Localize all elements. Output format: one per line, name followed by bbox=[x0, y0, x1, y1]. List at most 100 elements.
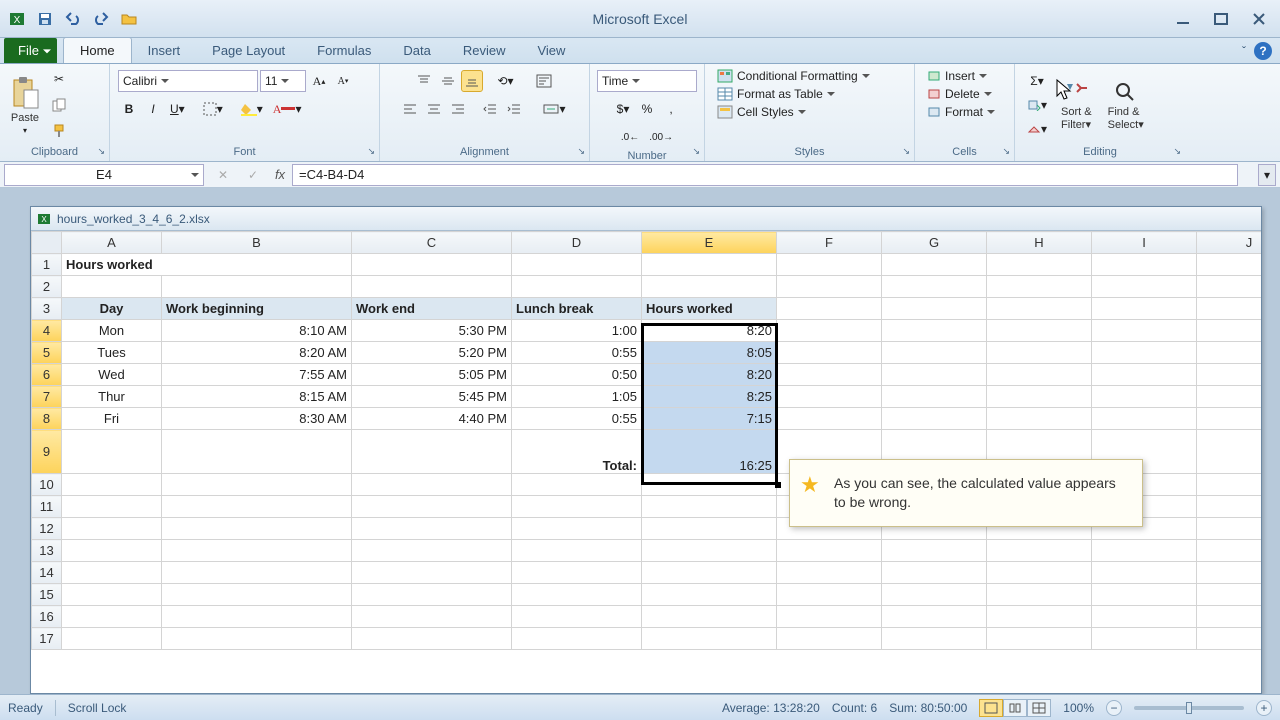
copy-icon[interactable] bbox=[48, 94, 70, 116]
collapse-ribbon-icon[interactable]: ˇ bbox=[1242, 44, 1246, 58]
formula-input[interactable]: =C4-B4-D4 bbox=[292, 164, 1238, 186]
format-cells-button[interactable]: Format bbox=[923, 104, 999, 120]
cell[interactable]: 0:55 bbox=[512, 342, 642, 364]
font-name-combo[interactable]: Calibri bbox=[118, 70, 258, 92]
page-break-view-icon[interactable] bbox=[1027, 699, 1051, 717]
tab-view[interactable]: View bbox=[521, 38, 581, 63]
merge-center-icon[interactable]: ▾ bbox=[539, 98, 569, 120]
orientation-icon[interactable]: ⟲▾ bbox=[493, 70, 517, 92]
cell[interactable]: 0:55 bbox=[512, 408, 642, 430]
selection-fill-handle[interactable] bbox=[775, 482, 781, 488]
italic-icon[interactable]: I bbox=[142, 98, 164, 120]
zoom-level[interactable]: 100% bbox=[1063, 701, 1094, 715]
col-header[interactable]: G bbox=[882, 232, 987, 254]
undo-icon[interactable] bbox=[60, 7, 86, 31]
normal-view-icon[interactable] bbox=[979, 699, 1003, 717]
tab-home[interactable]: Home bbox=[63, 37, 132, 63]
cell[interactable]: 0:50 bbox=[512, 364, 642, 386]
align-right-icon[interactable] bbox=[447, 98, 469, 120]
row-header[interactable]: 13 bbox=[32, 540, 62, 562]
cell[interactable]: 7:15 bbox=[642, 408, 777, 430]
redo-icon[interactable] bbox=[88, 7, 114, 31]
wrap-text-icon[interactable] bbox=[532, 70, 556, 92]
expand-formula-bar-icon[interactable]: ▾ bbox=[1258, 164, 1276, 186]
cell[interactable]: Day bbox=[62, 298, 162, 320]
row-header[interactable]: 2 bbox=[32, 276, 62, 298]
align-center-icon[interactable] bbox=[423, 98, 445, 120]
cell[interactable]: Mon bbox=[62, 320, 162, 342]
row-header[interactable]: 4 bbox=[32, 320, 62, 342]
col-header[interactable]: I bbox=[1092, 232, 1197, 254]
insert-cells-button[interactable]: Insert bbox=[923, 68, 991, 84]
cell[interactable]: Work beginning bbox=[162, 298, 352, 320]
row-header[interactable]: 11 bbox=[32, 496, 62, 518]
align-middle-icon[interactable] bbox=[437, 70, 459, 92]
cell[interactable]: 8:20 bbox=[642, 364, 777, 386]
cell[interactable]: 5:45 PM bbox=[352, 386, 512, 408]
row-header[interactable]: 10 bbox=[32, 474, 62, 496]
excel-icon[interactable]: X bbox=[4, 7, 30, 31]
tab-data[interactable]: Data bbox=[387, 38, 446, 63]
cell[interactable]: 8:15 AM bbox=[162, 386, 352, 408]
enter-formula-icon[interactable]: ✓ bbox=[248, 168, 258, 182]
col-header[interactable]: F bbox=[777, 232, 882, 254]
row-header[interactable]: 5 bbox=[32, 342, 62, 364]
font-color-icon[interactable]: A▾ bbox=[269, 98, 306, 120]
increase-font-icon[interactable]: A▴ bbox=[308, 70, 330, 92]
tab-review[interactable]: Review bbox=[447, 38, 522, 63]
cell[interactable]: 1:00 bbox=[512, 320, 642, 342]
autosum-icon[interactable]: Σ▾ bbox=[1023, 70, 1051, 92]
find-select-button[interactable]: Find &Select▾ bbox=[1102, 78, 1150, 133]
cell[interactable]: 8:20 bbox=[642, 320, 777, 342]
increase-decimal-icon[interactable]: .0← bbox=[617, 126, 643, 148]
format-painter-icon[interactable] bbox=[48, 120, 70, 142]
clear-icon[interactable]: ▾ bbox=[1023, 118, 1051, 140]
cell[interactable]: 8:25 bbox=[642, 386, 777, 408]
fx-icon[interactable]: fx bbox=[268, 167, 292, 182]
fill-icon[interactable]: ▾ bbox=[1023, 94, 1051, 116]
decrease-font-icon[interactable]: A▾ bbox=[332, 70, 354, 92]
cell[interactable]: 8:20 AM bbox=[162, 342, 352, 364]
col-header[interactable]: A bbox=[62, 232, 162, 254]
font-size-combo[interactable]: 11 bbox=[260, 70, 306, 92]
workbook-titlebar[interactable]: X hours_worked_3_4_6_2.xlsx bbox=[31, 207, 1261, 231]
save-icon[interactable] bbox=[32, 7, 58, 31]
cell[interactable]: Hours worked bbox=[642, 298, 777, 320]
zoom-in-icon[interactable]: + bbox=[1256, 700, 1272, 716]
row-header[interactable]: 14 bbox=[32, 562, 62, 584]
cell[interactable]: Total: bbox=[512, 430, 642, 474]
cell[interactable]: 8:05 bbox=[642, 342, 777, 364]
col-header[interactable]: H bbox=[987, 232, 1092, 254]
decrease-indent-icon[interactable] bbox=[479, 98, 501, 120]
maximize-icon[interactable] bbox=[1212, 12, 1230, 26]
cancel-formula-icon[interactable]: ✕ bbox=[218, 168, 228, 182]
close-icon[interactable] bbox=[1250, 12, 1268, 26]
increase-indent-icon[interactable] bbox=[503, 98, 525, 120]
cell[interactable]: 7:55 AM bbox=[162, 364, 352, 386]
cell[interactable]: 8:30 AM bbox=[162, 408, 352, 430]
cell[interactable]: 5:20 PM bbox=[352, 342, 512, 364]
tab-insert[interactable]: Insert bbox=[132, 38, 197, 63]
cell[interactable]: 4:40 PM bbox=[352, 408, 512, 430]
tab-formulas[interactable]: Formulas bbox=[301, 38, 387, 63]
row-header[interactable]: 17 bbox=[32, 628, 62, 650]
row-header[interactable]: 7 bbox=[32, 386, 62, 408]
conditional-formatting-button[interactable]: Conditional Formatting bbox=[713, 68, 874, 84]
underline-icon[interactable]: U▾ bbox=[166, 98, 189, 120]
zoom-out-icon[interactable]: − bbox=[1106, 700, 1122, 716]
cell[interactable]: Work end bbox=[352, 298, 512, 320]
col-header[interactable]: B bbox=[162, 232, 352, 254]
row-header[interactable]: 12 bbox=[32, 518, 62, 540]
comma-icon[interactable]: , bbox=[660, 98, 682, 120]
open-folder-icon[interactable] bbox=[116, 7, 142, 31]
decrease-decimal-icon[interactable]: .00→ bbox=[645, 126, 677, 148]
cut-icon[interactable]: ✂ bbox=[48, 68, 70, 90]
row-header[interactable]: 1 bbox=[32, 254, 62, 276]
col-header[interactable]: J bbox=[1197, 232, 1262, 254]
select-all-corner[interactable] bbox=[32, 232, 62, 254]
sort-filter-button[interactable]: Sort &Filter▾ bbox=[1055, 78, 1098, 133]
row-header[interactable]: 16 bbox=[32, 606, 62, 628]
cell[interactable]: 5:05 PM bbox=[352, 364, 512, 386]
col-header[interactable]: E bbox=[642, 232, 777, 254]
cell-styles-button[interactable]: Cell Styles bbox=[713, 104, 810, 120]
